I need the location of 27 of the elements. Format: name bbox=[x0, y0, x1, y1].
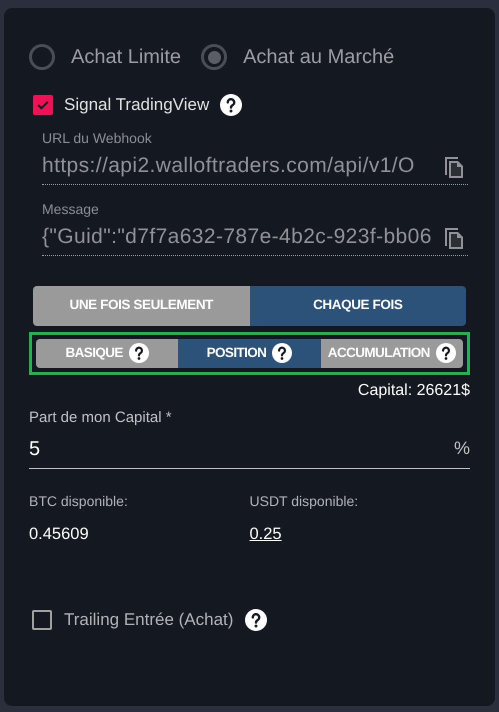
help-icon[interactable] bbox=[436, 343, 456, 363]
help-icon[interactable] bbox=[272, 343, 292, 363]
radio-label: Achat Limite bbox=[71, 45, 182, 70]
balance-label: BTC disponible: bbox=[29, 492, 128, 511]
field-label: URL du Webhook bbox=[42, 128, 153, 148]
radio-button[interactable] bbox=[29, 44, 55, 70]
field-value: {"Guid":"d7f7a632-787e-4b2c-923f-bb06 bbox=[42, 224, 432, 250]
field-value: https://api2.walloftraders.com/api/v1/O bbox=[42, 153, 415, 180]
balance-value: 0.45609 bbox=[29, 524, 89, 545]
checkbox[interactable] bbox=[32, 610, 52, 630]
toggle-button[interactable]: CHAQUE FOIS bbox=[250, 286, 466, 326]
field-label: Message bbox=[42, 200, 100, 219]
balance-link[interactable]: 0.25 bbox=[250, 522, 282, 547]
radio-label: Achat au Marché bbox=[243, 45, 394, 70]
mode-tab[interactable]: POSITION bbox=[178, 338, 321, 368]
radio-button[interactable] bbox=[201, 44, 228, 70]
checkbox[interactable] bbox=[33, 94, 53, 115]
field-label: Part de mon Capital * bbox=[29, 408, 173, 428]
input-field[interactable]: 5 % bbox=[29, 429, 470, 469]
checkbox-label: Signal TradingView bbox=[64, 94, 210, 116]
balance-label: USDT disponible: bbox=[250, 492, 358, 511]
capital-amount: Capital: 26621$ bbox=[358, 380, 470, 400]
help-icon[interactable] bbox=[245, 608, 268, 630]
checkbox-label: Trailing Entrée (Achat) bbox=[64, 608, 234, 631]
help-icon[interactable] bbox=[128, 343, 149, 363]
help-icon[interactable] bbox=[220, 94, 242, 116]
unit-label: % bbox=[454, 437, 470, 460]
